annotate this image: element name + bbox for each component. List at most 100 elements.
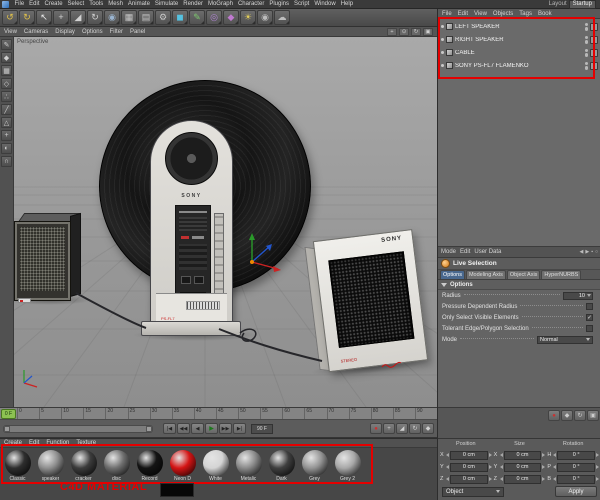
material-thumbnail[interactable]: Metalic: [233, 450, 264, 482]
visibility-toggle-icons[interactable]: [584, 48, 588, 57]
spinner-right-icon[interactable]: [542, 453, 546, 457]
record-position-icon[interactable]: +: [383, 423, 395, 434]
material-menu-item[interactable]: Texture: [76, 440, 96, 446]
spinner-left-icon[interactable]: [499, 465, 503, 469]
goto-end-button[interactable]: ▶|: [233, 423, 246, 434]
keyframe-icon[interactable]: ◆: [561, 410, 573, 421]
object-tag-icon[interactable]: [590, 22, 598, 31]
viewport-menu-item[interactable]: Options: [82, 29, 103, 35]
object-manager-menu-item[interactable]: File: [442, 11, 452, 17]
prev-key-button[interactable]: ◀◀: [177, 423, 190, 434]
material-thumbnail[interactable]: Grey: [299, 450, 330, 482]
menu-item[interactable]: Create: [42, 0, 65, 8]
rotate-tool-icon[interactable]: ↻: [87, 10, 103, 25]
viewport-solo-icon[interactable]: ◐: [1, 143, 12, 154]
menu-item[interactable]: Character: [235, 0, 266, 8]
make-editable-icon[interactable]: ✎: [1, 39, 12, 50]
object-row[interactable]: CABLE: [438, 46, 600, 59]
range-handle-right[interactable]: [146, 425, 152, 432]
add-generator-icon[interactable]: ◎: [206, 10, 222, 25]
object-manager-menu-item[interactable]: View: [474, 11, 487, 17]
position-field[interactable]: Y0 cm: [440, 461, 492, 473]
menu-item[interactable]: File: [12, 0, 27, 8]
snap-icon[interactable]: ∩: [1, 156, 12, 167]
viewport-3d[interactable]: SONY STEREO SONY PS-FL7 Perspective: [14, 37, 437, 407]
prev-frame-button[interactable]: ◀: [191, 423, 204, 434]
spinner-right-icon[interactable]: [596, 477, 600, 481]
spinner-left-icon[interactable]: [446, 453, 449, 457]
goto-start-button[interactable]: |◀: [163, 423, 176, 434]
object-row[interactable]: RIGHT SPEAKER: [438, 33, 600, 46]
material-thumbnail[interactable]: Neon D: [167, 450, 198, 482]
object-manager-menu-item[interactable]: Objects: [493, 11, 513, 17]
rotation-field[interactable]: B0 °: [547, 473, 600, 485]
rotation-field[interactable]: P0 °: [547, 461, 600, 473]
viewport-menu-item[interactable]: Display: [55, 29, 75, 35]
spinner-right-icon[interactable]: [542, 477, 546, 481]
range-handle-left[interactable]: [4, 425, 10, 432]
lock-icon[interactable]: ▪: [591, 249, 593, 255]
nav-back-icon[interactable]: ◀: [579, 249, 583, 255]
object-row[interactable]: SONY PS-FL7 FLAMENKO: [438, 59, 600, 72]
checkbox[interactable]: ✓: [586, 314, 593, 321]
menu-item[interactable]: MoGraph: [205, 0, 235, 8]
spinner-left-icon[interactable]: [446, 477, 449, 481]
menu-item[interactable]: Script: [292, 0, 312, 8]
record-rotation-icon[interactable]: ↻: [409, 423, 421, 434]
material-thumbnail[interactable]: speaker: [35, 450, 66, 482]
position-field[interactable]: Z0 cm: [440, 473, 492, 485]
timeline-range-slider[interactable]: [3, 424, 153, 433]
material-menu-item[interactable]: Edit: [29, 440, 39, 446]
object-tag-icon[interactable]: [590, 48, 598, 57]
material-thumbnail[interactable]: disc: [101, 450, 132, 482]
attribute-tab[interactable]: Object Axis: [506, 270, 541, 279]
model-mode-icon[interactable]: ◆: [1, 52, 12, 63]
attribute-menu-item[interactable]: User Data: [474, 249, 501, 255]
add-environment-icon[interactable]: ☁: [274, 10, 290, 25]
undo-icon[interactable]: ↺: [2, 10, 18, 25]
material-menu-item[interactable]: Function: [46, 440, 69, 446]
object-manager-menu-item[interactable]: Book: [538, 11, 552, 17]
add-deformer-icon[interactable]: ◆: [223, 10, 239, 25]
record-keyframe-icon[interactable]: ●: [370, 423, 382, 434]
checkbox[interactable]: [586, 325, 593, 332]
spinner-right-icon[interactable]: [596, 465, 600, 469]
viewport-menu-item[interactable]: Filter: [110, 29, 123, 35]
material-thumbnail[interactable]: cracker: [68, 450, 99, 482]
checkbox[interactable]: [586, 303, 593, 310]
material-thumbnail[interactable]: Grey 2: [332, 450, 363, 482]
menu-item[interactable]: Select: [65, 0, 87, 8]
attribute-menu-item[interactable]: Edit: [460, 249, 470, 255]
spinner-left-icon[interactable]: [499, 453, 503, 457]
material-thumbnail[interactable]: White: [200, 450, 231, 482]
size-field[interactable]: X0 cm: [494, 449, 546, 461]
enable-axis-icon[interactable]: +: [1, 130, 12, 141]
render-picture-viewer-icon[interactable]: ▤: [138, 10, 154, 25]
nav-forward-icon[interactable]: ▶: [585, 249, 589, 255]
snapshot-icon[interactable]: ▣: [587, 410, 599, 421]
size-field[interactable]: Y0 cm: [494, 461, 546, 473]
add-camera-icon[interactable]: ◉: [257, 10, 273, 25]
object-row[interactable]: LEFT SPEAKER: [438, 20, 600, 33]
viewport-menu-item[interactable]: View: [4, 29, 17, 35]
size-field[interactable]: Z0 cm: [494, 473, 546, 485]
rotate-view-icon[interactable]: ↻: [411, 27, 421, 36]
viewport-menu-item[interactable]: Panel: [130, 29, 145, 35]
spinner-right-icon[interactable]: [596, 453, 600, 457]
visibility-toggle-icons[interactable]: [584, 61, 588, 70]
spinner-left-icon[interactable]: [446, 465, 449, 469]
end-frame-field[interactable]: 90 F: [251, 423, 273, 434]
toggle-view-icon[interactable]: ▣: [423, 27, 433, 36]
object-manager-menu-item[interactable]: Edit: [458, 11, 468, 17]
timeline-playhead[interactable]: 0 F: [1, 409, 16, 419]
attribute-tab[interactable]: Options: [440, 270, 465, 279]
menu-item[interactable]: Tools: [87, 0, 106, 8]
menu-item[interactable]: Plugins: [267, 0, 292, 8]
render-view-icon[interactable]: ▦: [121, 10, 137, 25]
object-tag-icon[interactable]: [590, 35, 598, 44]
record-parameter-icon[interactable]: ◆: [422, 423, 434, 434]
autokey-icon[interactable]: ●: [548, 410, 560, 421]
visibility-toggle-icons[interactable]: [584, 35, 588, 44]
play-button[interactable]: ▶: [205, 423, 218, 434]
spinner-right-icon[interactable]: [488, 477, 492, 481]
